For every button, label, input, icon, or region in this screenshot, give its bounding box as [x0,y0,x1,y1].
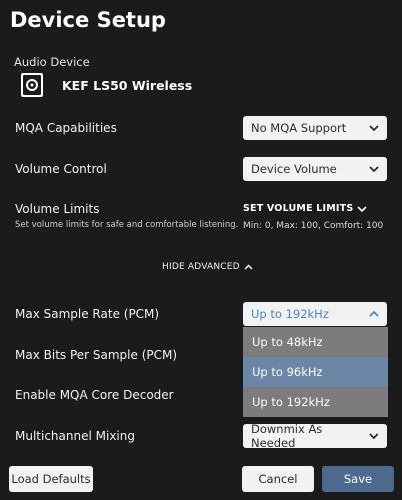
volume-control-value: Device Volume [251,162,337,176]
mqa-capabilities-label: MQA Capabilities [15,121,117,135]
volume-limits-label: Volume Limits [15,202,100,216]
speaker-icon [21,73,43,97]
hide-advanced-toggle[interactable]: HIDE ADVANCED [162,262,254,272]
page-title: Device Setup [10,8,166,32]
chevron-up-icon [369,310,379,317]
max-sample-rate-select[interactable]: Up to 192kHz [243,302,387,326]
save-button[interactable]: Save [322,466,394,492]
chevron-down-icon [357,205,367,212]
volume-limits-description: Set volume limits for safe and comfortab… [15,220,239,230]
max-sample-rate-label: Max Sample Rate (PCM) [15,307,160,321]
mqa-capabilities-select[interactable]: No MQA Support [243,116,387,140]
set-volume-limits-link[interactable]: SET VOLUME LIMITS [243,203,368,214]
cancel-button[interactable]: Cancel [242,466,314,492]
volume-control-label: Volume Control [15,162,107,176]
multichannel-mixing-value: Downmix As Needed [251,422,323,450]
option-96khz[interactable]: Up to 96kHz [243,357,388,387]
chevron-down-icon [369,166,379,173]
device-name: KEF LS50 Wireless [62,78,193,93]
volume-limits-values: Min: 0, Max: 100, Comfort: 100 [243,221,384,231]
hide-advanced-label: HIDE ADVANCED [162,262,240,272]
max-sample-rate-options: Up to 48kHz Up to 96kHz Up to 192kHz [243,327,388,417]
option-192khz[interactable]: Up to 192kHz [243,387,388,417]
audio-device-label: Audio Device [14,55,90,69]
chevron-up-icon [244,263,253,270]
chevron-down-icon [369,125,379,132]
load-defaults-button[interactable]: Load Defaults [9,466,93,492]
volume-control-select[interactable]: Device Volume [243,157,387,181]
multichannel-mixing-label: Multichannel Mixing [15,429,135,443]
max-bits-label: Max Bits Per Sample (PCM) [15,348,178,362]
chevron-down-icon [369,433,379,440]
set-volume-limits-label: SET VOLUME LIMITS [243,203,354,214]
option-48khz[interactable]: Up to 48kHz [243,327,388,357]
max-sample-rate-value: Up to 192kHz [251,307,329,321]
mqa-capabilities-value: No MQA Support [251,121,347,135]
multichannel-mixing-select[interactable]: Downmix As Needed [243,422,387,450]
mqa-decoder-label: Enable MQA Core Decoder [15,388,174,402]
